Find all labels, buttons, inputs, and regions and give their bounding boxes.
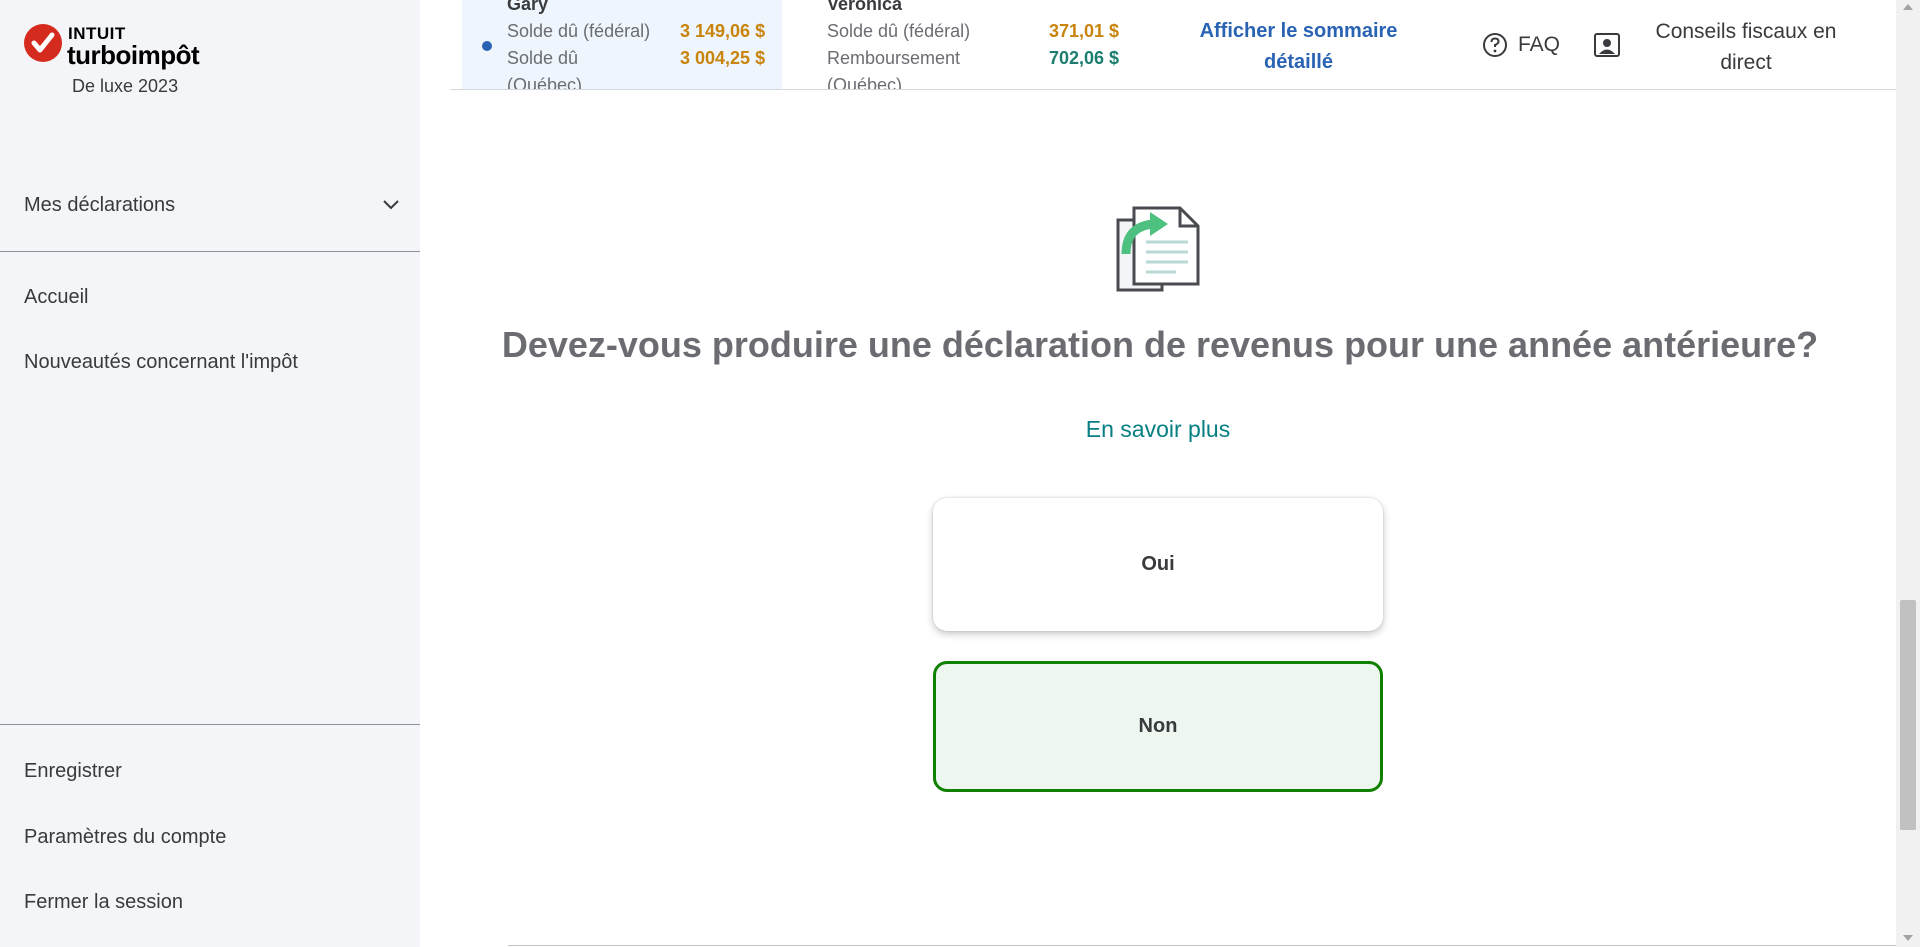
balance-label: Solde dû (Québec): [507, 48, 583, 90]
checkmark-logo-icon: [24, 24, 62, 62]
document-copy-icon: [1116, 206, 1200, 292]
scroll-down-icon[interactable]: [1903, 935, 1913, 941]
faq-link[interactable]: FAQ: [1518, 33, 1560, 57]
live-tax-advice-link[interactable]: Conseils fiscaux en direct: [1636, 16, 1856, 78]
balance-value: 371,01 $: [1049, 21, 1120, 41]
scroll-thumb[interactable]: [1900, 600, 1916, 830]
balance-label: Solde dû (fédéral): [507, 21, 651, 41]
page-scrollbar[interactable]: [1896, 0, 1920, 947]
taxpayer-summary-veronica[interactable]: Veronica Solde dû (fédéral) 371,01 $ Rem…: [782, 0, 1119, 90]
sidebar-item-tax-news[interactable]: Nouveautés concernant l'impôt: [24, 351, 298, 374]
question-heading: Devez-vous produire une déclaration de r…: [501, 324, 1819, 365]
balance-value: 3 004,25 $: [680, 48, 766, 68]
logo-product: turboimpôt: [67, 40, 200, 70]
product-edition: De luxe 2023: [72, 76, 179, 96]
content-divider: [508, 945, 1896, 946]
active-indicator-icon: [482, 41, 492, 51]
balance-label: Solde dû (fédéral): [827, 21, 971, 41]
my-returns-toggle[interactable]: Mes déclarations: [0, 182, 420, 252]
sidebar-item-sign-out[interactable]: Fermer la session: [24, 891, 183, 914]
sidebar-item-account-settings[interactable]: Paramètres du compte: [24, 826, 226, 849]
taxpayer-name: Veronica: [827, 0, 903, 14]
learn-more-link[interactable]: En savoir plus: [1000, 416, 1316, 443]
refund-value: 702,06 $: [1049, 48, 1120, 68]
taxpayer-name: Gary: [507, 0, 549, 14]
no-option-button-selected[interactable]: Non: [933, 661, 1383, 792]
expert-portrait-icon[interactable]: [1594, 33, 1620, 57]
sidebar: INTUIT turboimpôt De luxe 2023 Mes décla…: [0, 0, 420, 947]
my-returns-label: Mes déclarations: [24, 194, 176, 216]
balance-value: 3 149,06 $: [680, 21, 766, 41]
sidebar-item-home[interactable]: Accueil: [24, 286, 88, 309]
chevron-down-icon: [380, 194, 402, 221]
sidebar-divider: [0, 724, 420, 725]
detailed-summary-link[interactable]: Afficher le sommaire détaillé: [1176, 16, 1421, 78]
main-content: [420, 0, 1896, 947]
question-circle-icon[interactable]: [1482, 32, 1508, 58]
refund-label: Remboursement (Québec): [827, 48, 961, 90]
yes-option-button[interactable]: Oui: [933, 498, 1383, 631]
taxpayer-summary-gary[interactable]: Gary Solde dû (fédéral) 3 149,06 $ Solde…: [462, 0, 782, 90]
scroll-up-icon[interactable]: [1903, 4, 1913, 10]
sidebar-item-save[interactable]: Enregistrer: [24, 760, 122, 783]
